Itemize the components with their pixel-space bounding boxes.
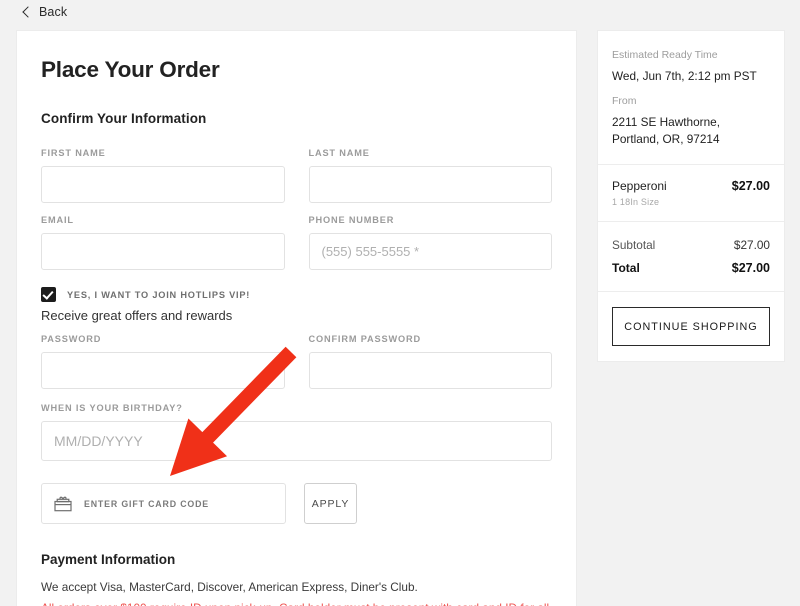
chevron-left-icon xyxy=(22,6,34,18)
password-input[interactable] xyxy=(41,352,285,389)
phone-field-group: PHONE NUMBER xyxy=(308,215,552,270)
vip-checkbox[interactable] xyxy=(41,287,56,302)
apply-gift-card-button[interactable]: APPLY xyxy=(304,483,357,524)
last-name-label: LAST NAME xyxy=(308,148,370,158)
birthday-input[interactable] xyxy=(41,421,552,461)
total-label: Total xyxy=(612,261,640,276)
gift-box-icon xyxy=(54,496,72,511)
order-totals-section: Subtotal $27.00 Total $27.00 xyxy=(598,221,784,291)
order-item-detail: 1 18In Size xyxy=(612,197,660,208)
birthday-field-group: WHEN IS YOUR BIRTHDAY? xyxy=(41,403,552,461)
order-form-card: Place Your Order Confirm Your Informatio… xyxy=(16,30,577,606)
order-summary-card: Estimated Ready Time Wed, Jun 7th, 2:12 … xyxy=(597,30,785,363)
phone-input[interactable] xyxy=(308,233,552,270)
last-name-field-group: LAST NAME xyxy=(308,148,552,203)
email-label: EMAIL xyxy=(41,215,74,225)
page-title: Place Your Order xyxy=(41,57,220,82)
subtotal-value: $27.00 xyxy=(733,238,770,253)
birthday-label: WHEN IS YOUR BIRTHDAY? xyxy=(41,403,183,413)
password-field-row: PASSWORD CONFIRM PASSWORD xyxy=(41,334,552,389)
subtotal-row: Subtotal $27.00 xyxy=(612,238,770,252)
contact-field-row: EMAIL PHONE NUMBER xyxy=(41,215,552,270)
last-name-input[interactable] xyxy=(308,166,552,203)
continue-shopping-button[interactable]: CONTINUE SHOPPING xyxy=(612,307,770,347)
section-title-confirm-information: Confirm Your Information xyxy=(41,111,207,126)
first-name-label: FIRST NAME xyxy=(41,148,106,158)
order-items-section: Pepperoni $27.00 1 18In Size xyxy=(598,164,784,221)
from-address-value: 2211 SE Hawthorne, Portland, OR, 97214 xyxy=(612,115,720,147)
accepted-cards-text: We accept Visa, MasterCard, Discover, Am… xyxy=(41,580,418,594)
checkout-page: Back Place Your Order Confirm Your Infor… xyxy=(0,0,800,606)
payment-information-title: Payment Information xyxy=(41,552,176,567)
total-value: $27.00 xyxy=(731,261,770,276)
gift-card-row: ENTER GIFT CARD CODE APPLY xyxy=(41,483,552,524)
total-row: Total $27.00 xyxy=(612,261,770,275)
email-input[interactable] xyxy=(41,233,285,270)
ready-time-section: Estimated Ready Time Wed, Jun 7th, 2:12 … xyxy=(598,31,784,164)
order-item-row: Pepperoni $27.00 1 18In Size xyxy=(612,179,770,207)
confirm-password-field-group: CONFIRM PASSWORD xyxy=(308,334,552,389)
order-item-name: Pepperoni xyxy=(612,179,667,194)
first-name-input[interactable] xyxy=(41,166,285,203)
confirm-password-label: CONFIRM PASSWORD xyxy=(308,334,421,344)
estimated-ready-time-value: Wed, Jun 7th, 2:12 pm PST xyxy=(612,69,757,83)
order-item-price: $27.00 xyxy=(731,179,770,194)
continue-shopping-section: CONTINUE SHOPPING xyxy=(598,291,784,361)
vip-subtext: Receive great offers and rewards xyxy=(41,308,233,323)
email-field-group: EMAIL xyxy=(41,215,285,270)
name-field-row: FIRST NAME LAST NAME xyxy=(41,148,552,203)
back-button-label: Back xyxy=(39,5,68,19)
vip-checkbox-row[interactable]: YES, I WANT TO JOIN HOTLIPS VIP! xyxy=(41,287,552,302)
first-name-field-group: FIRST NAME xyxy=(41,148,285,203)
payment-information-section: Payment Information We accept Visa, Mast… xyxy=(41,552,552,606)
order-item-main-line: Pepperoni $27.00 xyxy=(612,179,770,193)
vip-checkbox-label: YES, I WANT TO JOIN HOTLIPS VIP! xyxy=(67,289,251,300)
estimated-ready-time-label: Estimated Ready Time xyxy=(612,49,718,61)
gift-card-input[interactable]: ENTER GIFT CARD CODE xyxy=(41,483,286,524)
back-button[interactable]: Back xyxy=(22,5,68,19)
password-label: PASSWORD xyxy=(41,334,102,344)
confirm-password-input[interactable] xyxy=(308,352,552,389)
gift-card-placeholder-text: ENTER GIFT CARD CODE xyxy=(84,498,210,509)
password-field-group: PASSWORD xyxy=(41,334,285,389)
phone-label: PHONE NUMBER xyxy=(308,215,395,225)
payment-warning-text: All orders over $100 require ID upon pic… xyxy=(41,601,552,606)
subtotal-label: Subtotal xyxy=(612,238,656,253)
from-label: From xyxy=(612,95,637,108)
